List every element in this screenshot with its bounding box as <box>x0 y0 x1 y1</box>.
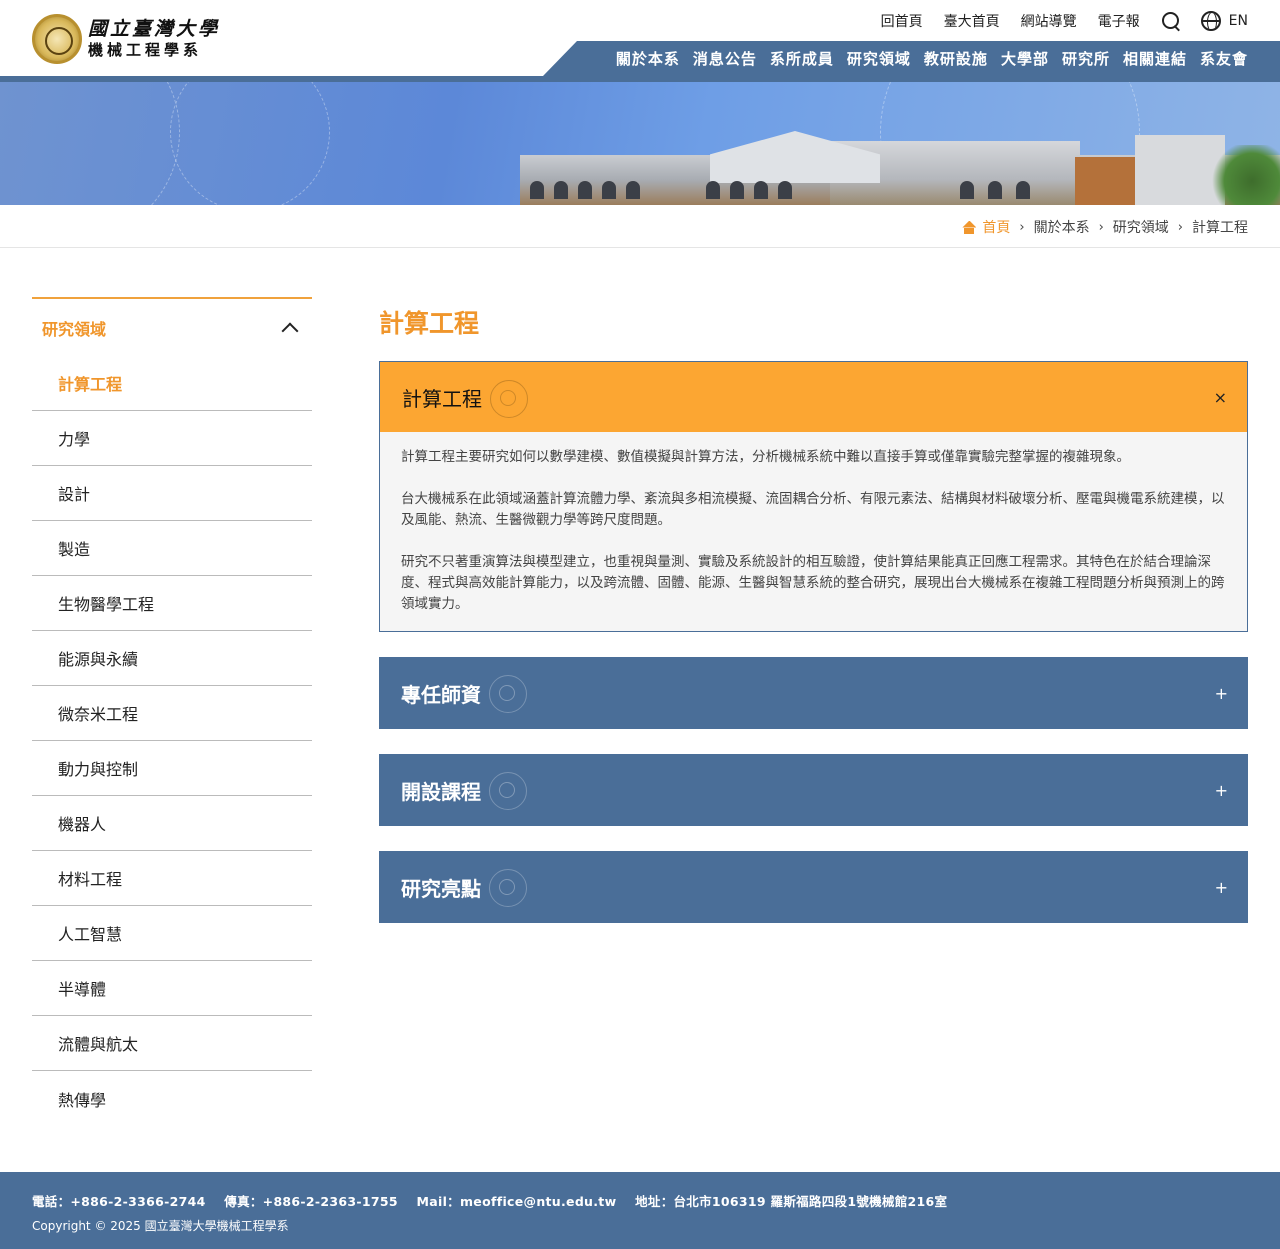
hero-banner <box>0 82 1280 205</box>
sidebar-item-biomedical-engineering[interactable]: 生物醫學工程 <box>32 576 312 631</box>
accordion-panel-faculty: 專任師資 + <box>379 657 1248 729</box>
university-seal-icon <box>32 14 82 64</box>
nav-about[interactable]: 關於本系 <box>616 48 680 69</box>
body-paragraph: 計算工程主要研究如何以數學建模、數值模擬與計算方法，分析機械系統中難以直接手算或… <box>401 449 1130 465</box>
sidebar-header[interactable]: 研究領域 <box>32 297 312 356</box>
sidebar-item-mechanics[interactable]: 力學 <box>32 411 312 466</box>
accordion-header[interactable]: 研究亮點 + <box>379 851 1248 923</box>
link-newsletter[interactable]: 電子報 <box>1098 11 1140 31</box>
banner-gear-decoration <box>170 82 330 205</box>
close-icon[interactable]: × <box>1214 388 1227 407</box>
banner-building-image <box>520 107 1280 205</box>
sidebar-title: 研究領域 <box>42 319 107 339</box>
chevron-right-icon: › <box>1098 219 1104 235</box>
accordion-header[interactable]: 開設課程 + <box>379 754 1248 826</box>
chevron-right-icon: › <box>1019 219 1025 235</box>
plus-icon[interactable]: + <box>1215 878 1228 897</box>
gear-decoration-icon <box>470 362 550 432</box>
page-title: 計算工程 <box>379 309 480 338</box>
sidebar-item-manufacturing[interactable]: 製造 <box>32 521 312 576</box>
site-header: 國立臺灣大學 機械工程學系 回首頁 臺大首頁 網站導覽 電子報 EN 關於本系 … <box>0 0 1280 82</box>
sidebar-item-design[interactable]: 設計 <box>32 466 312 521</box>
accordion-title: 開設課程 <box>401 779 481 804</box>
globe-icon[interactable] <box>1200 11 1221 31</box>
accordion-panel-overview: 計算工程 × 計算工程主要研究如何以數學建模、數值模擬與計算方法，分析機械系統中… <box>379 361 1248 632</box>
sidebar: 研究領域 計算工程 力學 設計 製造 生物醫學工程 能源與永續 微奈米工程 動力… <box>32 297 312 1126</box>
nav-graduate[interactable]: 研究所 <box>1062 48 1110 69</box>
search-icon[interactable] <box>1161 11 1181 31</box>
footer-fax: 傳真：+886-2-2363-1755 <box>224 1194 398 1209</box>
nav-links[interactable]: 相關連結 <box>1123 48 1187 69</box>
main-nav: 關於本系 消息公告 系所成員 研究領域 教研設施 大學部 研究所 相關連結 系友… <box>543 41 1280 76</box>
sidebar-item-robotics[interactable]: 機器人 <box>32 796 312 851</box>
accordion-body: 計算工程主要研究如何以數學建模、數值模擬與計算方法，分析機械系統中難以直接手算或… <box>379 432 1248 632</box>
link-home[interactable]: 回首頁 <box>881 11 923 31</box>
main-content: 計算工程 計算工程 × 計算工程主要研究如何以數學建模、數值模擬與計算方法，分析… <box>379 297 1248 948</box>
gear-decoration-icon <box>469 851 549 923</box>
plus-icon[interactable]: + <box>1215 684 1228 703</box>
logo-university-name: 國立臺灣大學 <box>88 18 221 40</box>
accordion-header[interactable]: 計算工程 × <box>379 361 1248 432</box>
gear-decoration-icon <box>469 657 549 729</box>
breadcrumb-home[interactable]: 首頁 <box>982 217 1010 237</box>
sidebar-item-heat-transfer[interactable]: 熱傳學 <box>32 1071 312 1126</box>
sidebar-item-semiconductor[interactable]: 半導體 <box>32 961 312 1016</box>
banner-gear-decoration <box>0 82 180 205</box>
sidebar-item-materials[interactable]: 材料工程 <box>32 851 312 906</box>
nav-alumni[interactable]: 系友會 <box>1200 48 1248 69</box>
link-sitemap[interactable]: 網站導覽 <box>1021 11 1077 31</box>
chevron-right-icon: › <box>1177 219 1183 235</box>
body-paragraph: 台大機械系在此領域涵蓋計算流體力學、紊流與多相流模擬、流固耦合分析、有限元素法、… <box>401 491 1225 528</box>
body-paragraph: 研究不只著重演算法與模型建立，也重視與量測、實驗及系統設計的相互驗證，使計算結果… <box>401 554 1225 612</box>
home-icon <box>962 221 976 234</box>
sidebar-item-micro-nano[interactable]: 微奈米工程 <box>32 686 312 741</box>
breadcrumb-research[interactable]: 研究領域 <box>1113 217 1169 237</box>
nav-research[interactable]: 研究領域 <box>847 48 911 69</box>
breadcrumb-about[interactable]: 關於本系 <box>1034 217 1090 237</box>
site-logo[interactable]: 國立臺灣大學 機械工程學系 <box>32 14 220 64</box>
footer-copyright: Copyright © 2025 國立臺灣大學機械工程學系 <box>32 1219 289 1233</box>
footer-address: 地址：台北市106319 羅斯福路四段1號機械館216室 <box>635 1194 948 1209</box>
footer-email[interactable]: Mail：meoffice@ntu.edu.tw <box>417 1194 617 1209</box>
utility-bar: 回首頁 臺大首頁 網站導覽 電子報 EN <box>860 10 1248 32</box>
footer-phone: 電話：+886-2-3366-2744 <box>32 1194 206 1209</box>
chevron-up-icon[interactable] <box>281 322 299 339</box>
accordion-header[interactable]: 專任師資 + <box>379 657 1248 729</box>
sidebar-item-computational-engineering[interactable]: 計算工程 <box>32 356 312 411</box>
breadcrumb-bar: 首頁 › 關於本系 › 研究領域 › 計算工程 <box>0 205 1280 248</box>
link-ntu-home[interactable]: 臺大首頁 <box>944 11 1000 31</box>
accordion-title: 專任師資 <box>401 682 481 707</box>
sidebar-item-energy-sustainability[interactable]: 能源與永續 <box>32 631 312 686</box>
gear-decoration-icon <box>469 754 549 826</box>
footer-contact: 電話：+886-2-3366-2744 傳真：+886-2-2363-1755 … <box>32 1191 1248 1210</box>
site-footer: 電話：+886-2-3366-2744 傳真：+886-2-2363-1755 … <box>0 1172 1280 1249</box>
language-switch[interactable]: EN <box>1229 13 1248 29</box>
logo-text: 國立臺灣大學 機械工程學系 <box>88 18 220 60</box>
breadcrumb-current: 計算工程 <box>1192 220 1248 236</box>
sidebar-item-fluids-aerospace[interactable]: 流體與航太 <box>32 1016 312 1071</box>
sidebar-item-dynamics-control[interactable]: 動力與控制 <box>32 741 312 796</box>
plus-icon[interactable]: + <box>1215 781 1228 800</box>
accordion-title: 研究亮點 <box>401 876 481 901</box>
breadcrumb: 首頁 › 關於本系 › 研究領域 › 計算工程 <box>962 217 1248 237</box>
nav-members[interactable]: 系所成員 <box>770 48 834 69</box>
logo-department-name: 機械工程學系 <box>88 41 203 59</box>
nav-undergraduate[interactable]: 大學部 <box>1001 48 1049 69</box>
sidebar-item-ai[interactable]: 人工智慧 <box>32 906 312 961</box>
accordion-panel-highlights: 研究亮點 + <box>379 851 1248 923</box>
nav-facilities[interactable]: 教研設施 <box>924 48 988 69</box>
accordion-panel-courses: 開設課程 + <box>379 754 1248 826</box>
accordion-title: 計算工程 <box>402 386 482 411</box>
nav-news[interactable]: 消息公告 <box>693 48 757 69</box>
